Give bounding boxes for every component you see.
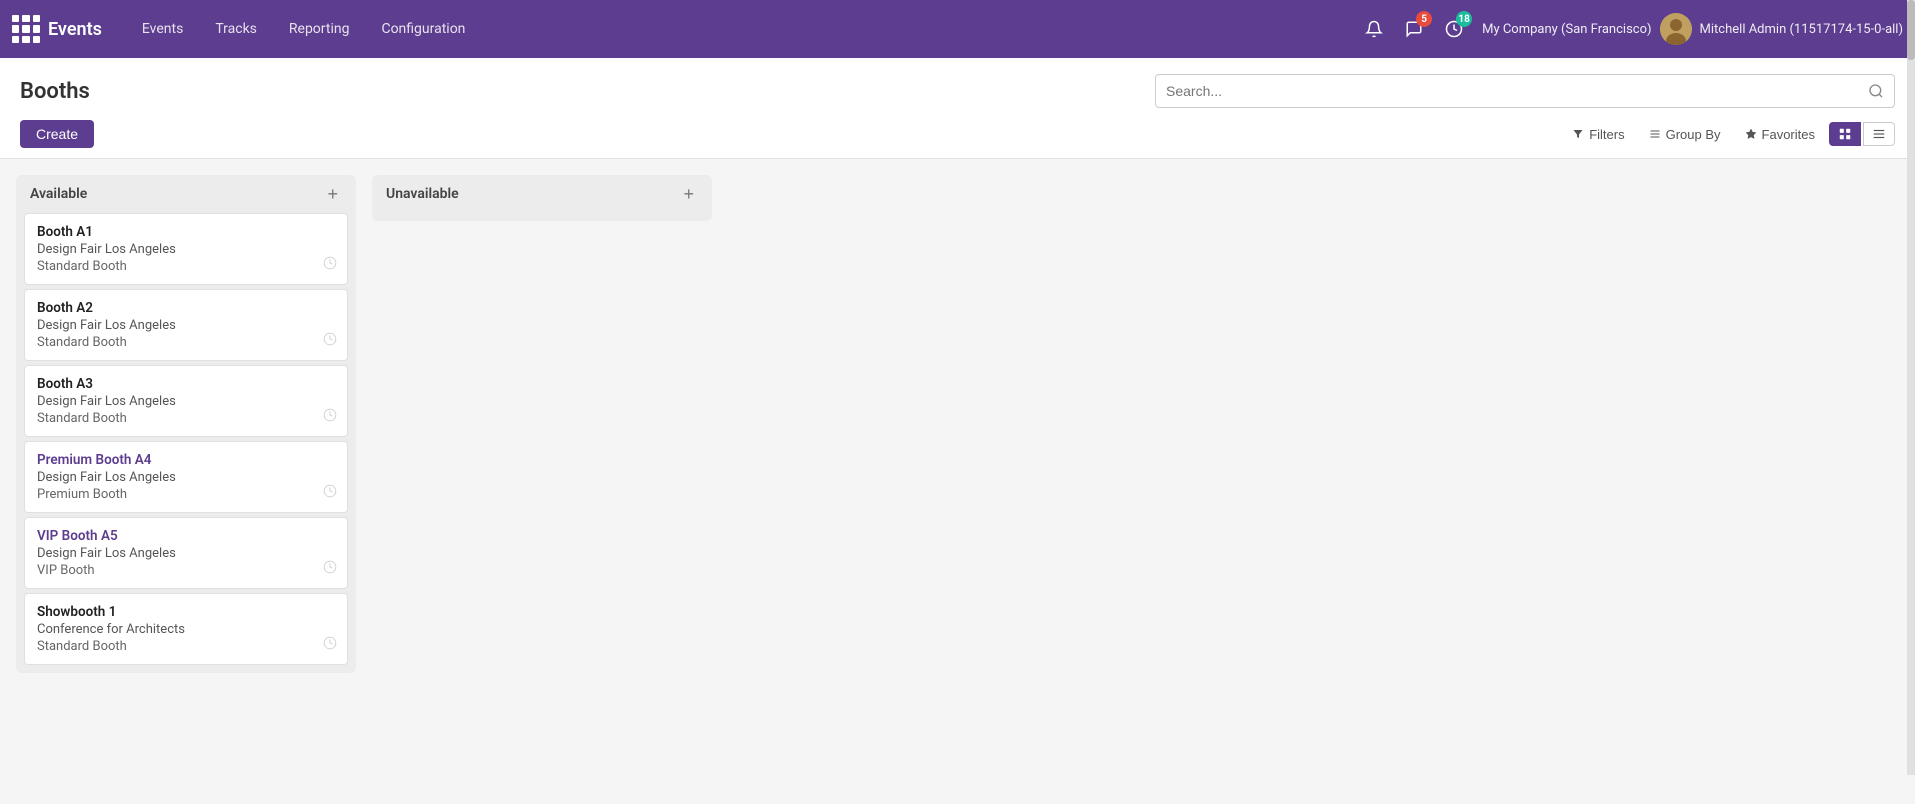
company-name[interactable]: My Company (San Francisco): [1482, 22, 1651, 37]
user-name[interactable]: Mitchell Admin (11517174-15-0-all): [1700, 22, 1903, 37]
card-event: Conference for Architects: [37, 622, 335, 637]
card-type: Standard Booth: [37, 335, 335, 350]
table-row[interactable]: Premium Booth A4 Design Fair Los Angeles P…: [24, 441, 348, 513]
list-view-button[interactable]: [1863, 122, 1895, 146]
kanban-column-available: Available + Booth A1 Design Fair Los Angele…: [16, 175, 356, 673]
notification-bell-button[interactable]: [1358, 13, 1390, 45]
card-clock-icon: [323, 560, 337, 578]
user-avatar[interactable]: [1660, 13, 1692, 45]
view-toggle: [1829, 122, 1895, 146]
timer-button[interactable]: 18: [1438, 13, 1470, 45]
card-clock-icon: [323, 408, 337, 426]
card-name: Booth A2: [37, 300, 335, 316]
group-by-button[interactable]: Group By: [1639, 123, 1731, 146]
card-event: Design Fair Los Angeles: [37, 470, 335, 485]
card-name: Booth A3: [37, 376, 335, 392]
table-row[interactable]: Booth A2 Design Fair Los Angeles Standard …: [24, 289, 348, 361]
favorites-label: Favorites: [1762, 127, 1815, 142]
card-name: Showbooth 1: [37, 604, 335, 620]
app-grid-icon[interactable]: [12, 15, 40, 43]
kanban-board: Available + Booth A1 Design Fair Los Angele…: [0, 159, 1915, 804]
group-by-label: Group By: [1666, 127, 1721, 142]
column-cards-unavailable: [372, 213, 712, 221]
search-bar: [1155, 74, 1895, 108]
card-event: Design Fair Los Angeles: [37, 318, 335, 333]
column-add-button-unavailable[interactable]: +: [679, 185, 698, 203]
card-clock-icon: [323, 484, 337, 502]
filters-label: Filters: [1589, 127, 1624, 142]
top-navigation: Events Events Tracks Reporting Configura…: [0, 0, 1915, 58]
menu-item-reporting[interactable]: Reporting: [273, 0, 366, 58]
menu-item-configuration[interactable]: Configuration: [365, 0, 481, 58]
column-header-unavailable: Unavailable +: [372, 175, 712, 213]
menu-item-tracks[interactable]: Tracks: [199, 0, 273, 58]
column-header-available: Available +: [16, 175, 356, 213]
scrollbar-thumb[interactable]: [1907, 0, 1915, 60]
card-clock-icon: [323, 332, 337, 350]
card-event: Design Fair Los Angeles: [37, 546, 335, 561]
card-type: VIP Booth: [37, 563, 335, 578]
table-row[interactable]: Booth A1 Design Fair Los Angeles Standard …: [24, 213, 348, 285]
app-name[interactable]: Events: [48, 19, 102, 40]
menu-item-events[interactable]: Events: [126, 0, 199, 58]
card-name: VIP Booth A5: [37, 528, 335, 544]
card-type: Standard Booth: [37, 259, 335, 274]
favorites-button[interactable]: Favorites: [1735, 123, 1825, 146]
page-title: Booths: [20, 79, 90, 104]
create-button[interactable]: Create: [20, 120, 94, 148]
card-type: Standard Booth: [37, 639, 335, 654]
filters-button[interactable]: Filters: [1562, 123, 1634, 146]
card-name: Premium Booth A4: [37, 452, 335, 468]
toolbar-filters: Filters Group By Favorites: [1562, 123, 1825, 146]
card-event: Design Fair Los Angeles: [37, 394, 335, 409]
card-type: Premium Booth: [37, 487, 335, 502]
top-menu: Events Tracks Reporting Configuration: [126, 0, 1350, 58]
chat-button[interactable]: 5: [1398, 13, 1430, 45]
table-row[interactable]: VIP Booth A5 Design Fair Los Angeles VIP B…: [24, 517, 348, 589]
search-input[interactable]: [1166, 83, 1868, 99]
kanban-column-unavailable: Unavailable +: [372, 175, 712, 221]
page-header: Booths Create Filters Group By: [0, 58, 1915, 159]
column-add-button-available[interactable]: +: [323, 185, 342, 203]
kanban-view-button[interactable]: [1829, 122, 1861, 146]
card-type: Standard Booth: [37, 411, 335, 426]
column-cards-available: Booth A1 Design Fair Los Angeles Standard …: [16, 213, 356, 673]
timer-badge: 18: [1456, 11, 1472, 27]
column-title-unavailable: Unavailable: [386, 186, 459, 202]
search-button[interactable]: [1868, 83, 1884, 99]
card-name: Booth A1: [37, 224, 335, 240]
scrollbar-track[interactable]: [1907, 0, 1915, 775]
topnav-right: 5 18 My Company (San Francisco) Mitchell…: [1358, 13, 1903, 45]
page-title-row: Booths: [20, 74, 1895, 108]
card-clock-icon: [323, 256, 337, 274]
chat-badge: 5: [1416, 11, 1432, 27]
column-title-available: Available: [30, 186, 87, 202]
table-row[interactable]: Booth A3 Design Fair Los Angeles Standard …: [24, 365, 348, 437]
card-event: Design Fair Los Angeles: [37, 242, 335, 257]
card-clock-icon: [323, 636, 337, 654]
toolbar-row: Create Filters Group By Favorites: [20, 120, 1895, 158]
table-row[interactable]: Showbooth 1 Conference for Architects Stan…: [24, 593, 348, 665]
